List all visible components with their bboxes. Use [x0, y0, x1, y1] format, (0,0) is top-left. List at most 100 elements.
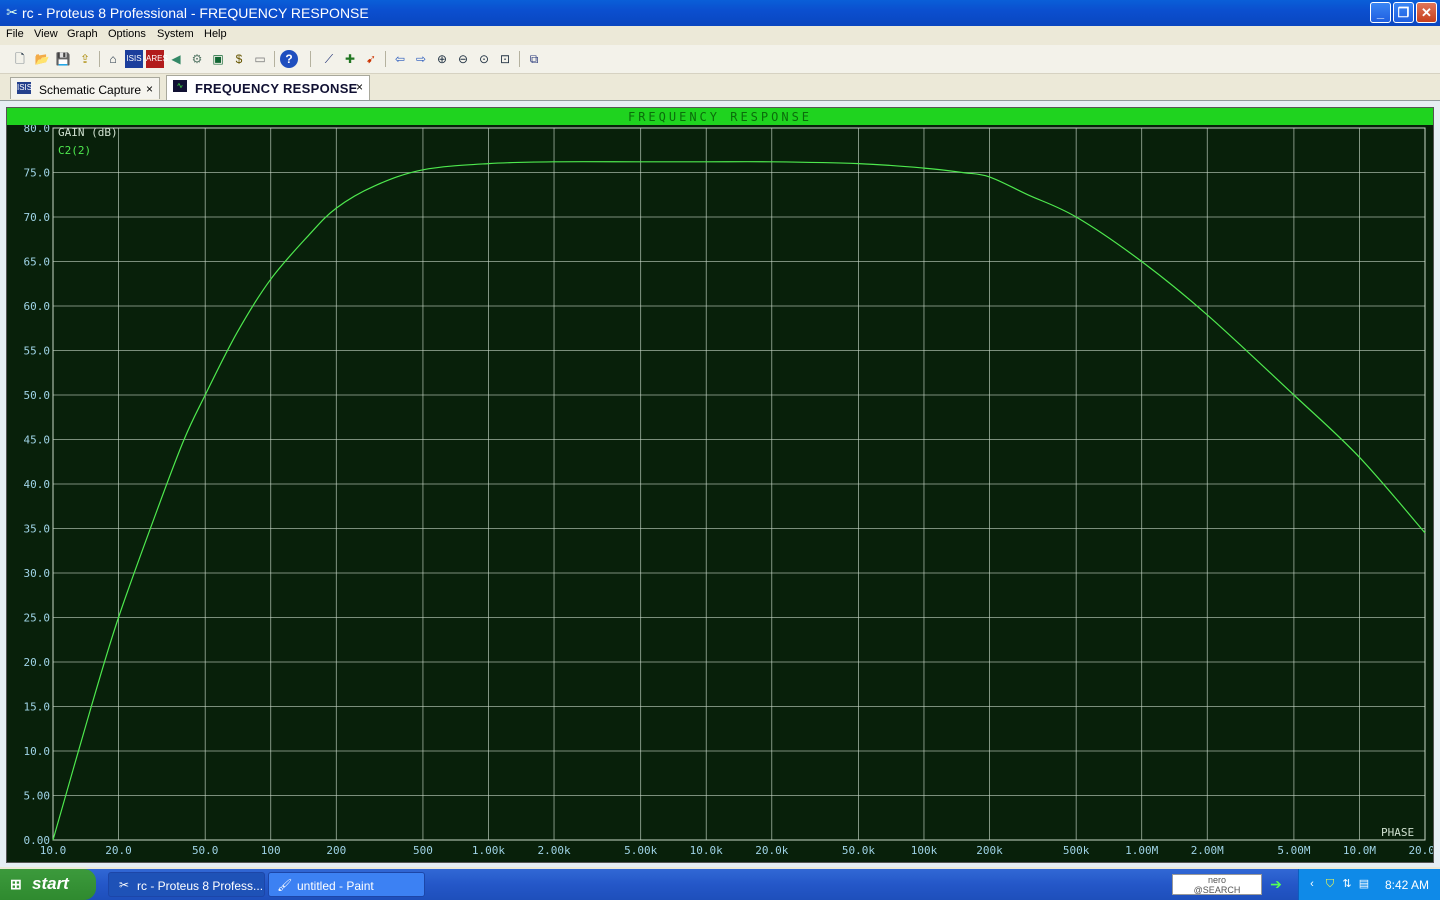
close-icon[interactable]: ×: [356, 80, 363, 94]
x-tick-label: 2.00M: [1191, 844, 1224, 857]
menu-help[interactable]: Help: [204, 28, 227, 40]
toolbar: 🗋 📂 💾 ⇪ ⌂ ISIS ARES ◀ ⚙ ▣ $ ▭ ? ⟋ ✚ ➹ ⇦ …: [0, 45, 1440, 74]
menu-graph[interactable]: Graph: [67, 28, 98, 40]
tab-label: Schematic Capture: [39, 83, 142, 97]
menu-system[interactable]: System: [157, 28, 194, 40]
graph-window: FREQUENCY RESPONSE 10.0 20.0 50.0 100 200 500…: [6, 107, 1434, 863]
import-icon[interactable]: ⇪: [76, 50, 94, 68]
zoom-all-icon[interactable]: ⊙: [475, 50, 493, 68]
document-icon[interactable]: $: [230, 50, 248, 68]
x-tick-label: 500: [413, 844, 433, 857]
chip-icon[interactable]: ▣: [209, 50, 227, 68]
isis-icon[interactable]: ISIS: [125, 50, 143, 68]
taskbar-item-paint[interactable]: 🖌 untitled - Paint: [268, 872, 425, 897]
zoom-in-icon[interactable]: ⊕: [433, 50, 451, 68]
taskbar: ⊞ start ✂ rc - Proteus 8 Profess... 🖌 un…: [0, 869, 1440, 900]
y-tick-label: 35.0: [24, 523, 51, 536]
x-tick-label: 10.0k: [690, 844, 723, 857]
y-tick-label: 80.0: [24, 125, 51, 135]
graph-title-bar[interactable]: FREQUENCY RESPONSE: [7, 108, 1433, 125]
back-arrow-icon[interactable]: ◀: [167, 50, 185, 68]
x-tick-label: 1.00M: [1125, 844, 1158, 857]
toolbar-separator: [310, 51, 311, 67]
x-tick-label: 50.0k: [842, 844, 875, 857]
tab-label: FREQUENCY RESPONSE: [195, 81, 358, 96]
close-icon[interactable]: ×: [146, 82, 153, 96]
maximize-button[interactable]: ❐: [1393, 2, 1414, 23]
frequency-response-chart[interactable]: 10.0 20.0 50.0 100 200 500 1.00k 2.00k 5.00k 10.0…: [7, 125, 1434, 862]
trace-label[interactable]: C2(2): [58, 144, 91, 157]
open-folder-icon[interactable]: 📂: [33, 50, 51, 68]
security-shield-icon[interactable]: ⛉: [1323, 877, 1337, 891]
task-label: untitled - Paint: [297, 879, 374, 893]
y-tick-label: 45.0: [24, 434, 51, 447]
right-axis-label: PHASE: [1381, 826, 1414, 839]
grid: [52, 127, 1426, 841]
window-title: rc - Proteus 8 Professional - FREQUENCY …: [22, 5, 369, 21]
zoom-area-icon[interactable]: ⊡: [496, 50, 514, 68]
x-tick-label: 100: [261, 844, 281, 857]
taskbar-item-proteus[interactable]: ✂ rc - Proteus 8 Profess...: [108, 872, 265, 897]
x-tick-label: 20.0k: [755, 844, 788, 857]
graph-title: FREQUENCY RESPONSE: [627, 110, 813, 124]
y-tick-label: 15.0: [24, 701, 51, 714]
add-trace-icon[interactable]: ✚: [341, 50, 359, 68]
bom-icon[interactable]: ▭: [251, 50, 269, 68]
graph-icon: ∿: [173, 80, 187, 92]
new-file-icon[interactable]: 🗋: [11, 50, 29, 68]
gadget-icon[interactable]: ⚙: [188, 50, 206, 68]
proteus-app-icon: ✂: [118, 878, 130, 892]
y-tick-label: 70.0: [24, 211, 51, 224]
start-button[interactable]: ⊞ start: [0, 869, 96, 900]
x-tick-label: 5.00k: [624, 844, 657, 857]
minimize-button[interactable]: _: [1370, 2, 1391, 23]
tray-expand-icon[interactable]: ‹: [1305, 877, 1319, 891]
y-tick-label: 60.0: [24, 300, 51, 313]
nero-search-box[interactable]: nero @SEARCH: [1172, 874, 1262, 895]
isis-icon: ISIS: [17, 82, 33, 94]
run-icon[interactable]: ➹: [362, 50, 380, 68]
toolbar-separator: [519, 51, 520, 67]
help-icon[interactable]: ?: [280, 50, 298, 68]
y-axis-label: GAIN (dB): [58, 126, 118, 139]
close-button[interactable]: ✕: [1416, 2, 1437, 23]
save-icon[interactable]: 💾: [54, 50, 72, 68]
title-bar: ✂ rc - Proteus 8 Professional - FREQUENC…: [0, 0, 1440, 26]
tab-frequency-response[interactable]: ∿ FREQUENCY RESPONSE ×: [166, 75, 370, 100]
x-tick-label: 200k: [976, 844, 1003, 857]
y-tick-label: 65.0: [24, 256, 51, 269]
nav-forward-icon[interactable]: ⇨: [412, 50, 430, 68]
x-tick-label: 1.00k: [472, 844, 505, 857]
y-tick-label: 5.00: [24, 790, 51, 803]
tab-schematic-capture[interactable]: ISIS Schematic Capture ×: [10, 77, 160, 99]
network-icon[interactable]: ⇅: [1340, 877, 1354, 891]
y-tick-label: 25.0: [24, 612, 51, 625]
menu-view[interactable]: View: [34, 28, 58, 40]
x-tick-label: 50.0: [192, 844, 219, 857]
y-tick-label: 10.0: [24, 745, 51, 758]
go-arrow-icon[interactable]: ➔: [1266, 876, 1286, 892]
proteus-app-icon[interactable]: ✂: [4, 4, 20, 20]
display-icon[interactable]: ▤: [1357, 877, 1371, 891]
nav-back-icon[interactable]: ⇦: [391, 50, 409, 68]
task-label: rc - Proteus 8 Profess...: [137, 879, 264, 893]
x-tick-label: 5.00M: [1277, 844, 1310, 857]
menu-options[interactable]: Options: [108, 28, 146, 40]
clock: 8:42 AM: [1384, 878, 1429, 892]
x-tick-label: 200: [326, 844, 346, 857]
y-tick-label: 30.0: [24, 567, 51, 580]
x-tick-label: 500k: [1063, 844, 1090, 857]
ares-icon[interactable]: ARES: [146, 50, 168, 68]
x-tick-label: 2.00k: [537, 844, 570, 857]
y-tick-label: 40.0: [24, 478, 51, 491]
toolbar-separator: [99, 51, 100, 67]
home-icon[interactable]: ⌂: [104, 50, 122, 68]
graph-simulate-icon[interactable]: ⟋: [320, 50, 338, 68]
y-tick-label: 75.0: [24, 167, 51, 180]
zoom-out-icon[interactable]: ⊖: [454, 50, 472, 68]
x-tick-label: 20.0M: [1408, 844, 1433, 857]
menu-file[interactable]: File: [6, 28, 24, 40]
x-tick-label: 20.0: [105, 844, 132, 857]
x-tick-label: 100k: [911, 844, 938, 857]
graph-view-icon[interactable]: ⧉: [525, 50, 543, 68]
